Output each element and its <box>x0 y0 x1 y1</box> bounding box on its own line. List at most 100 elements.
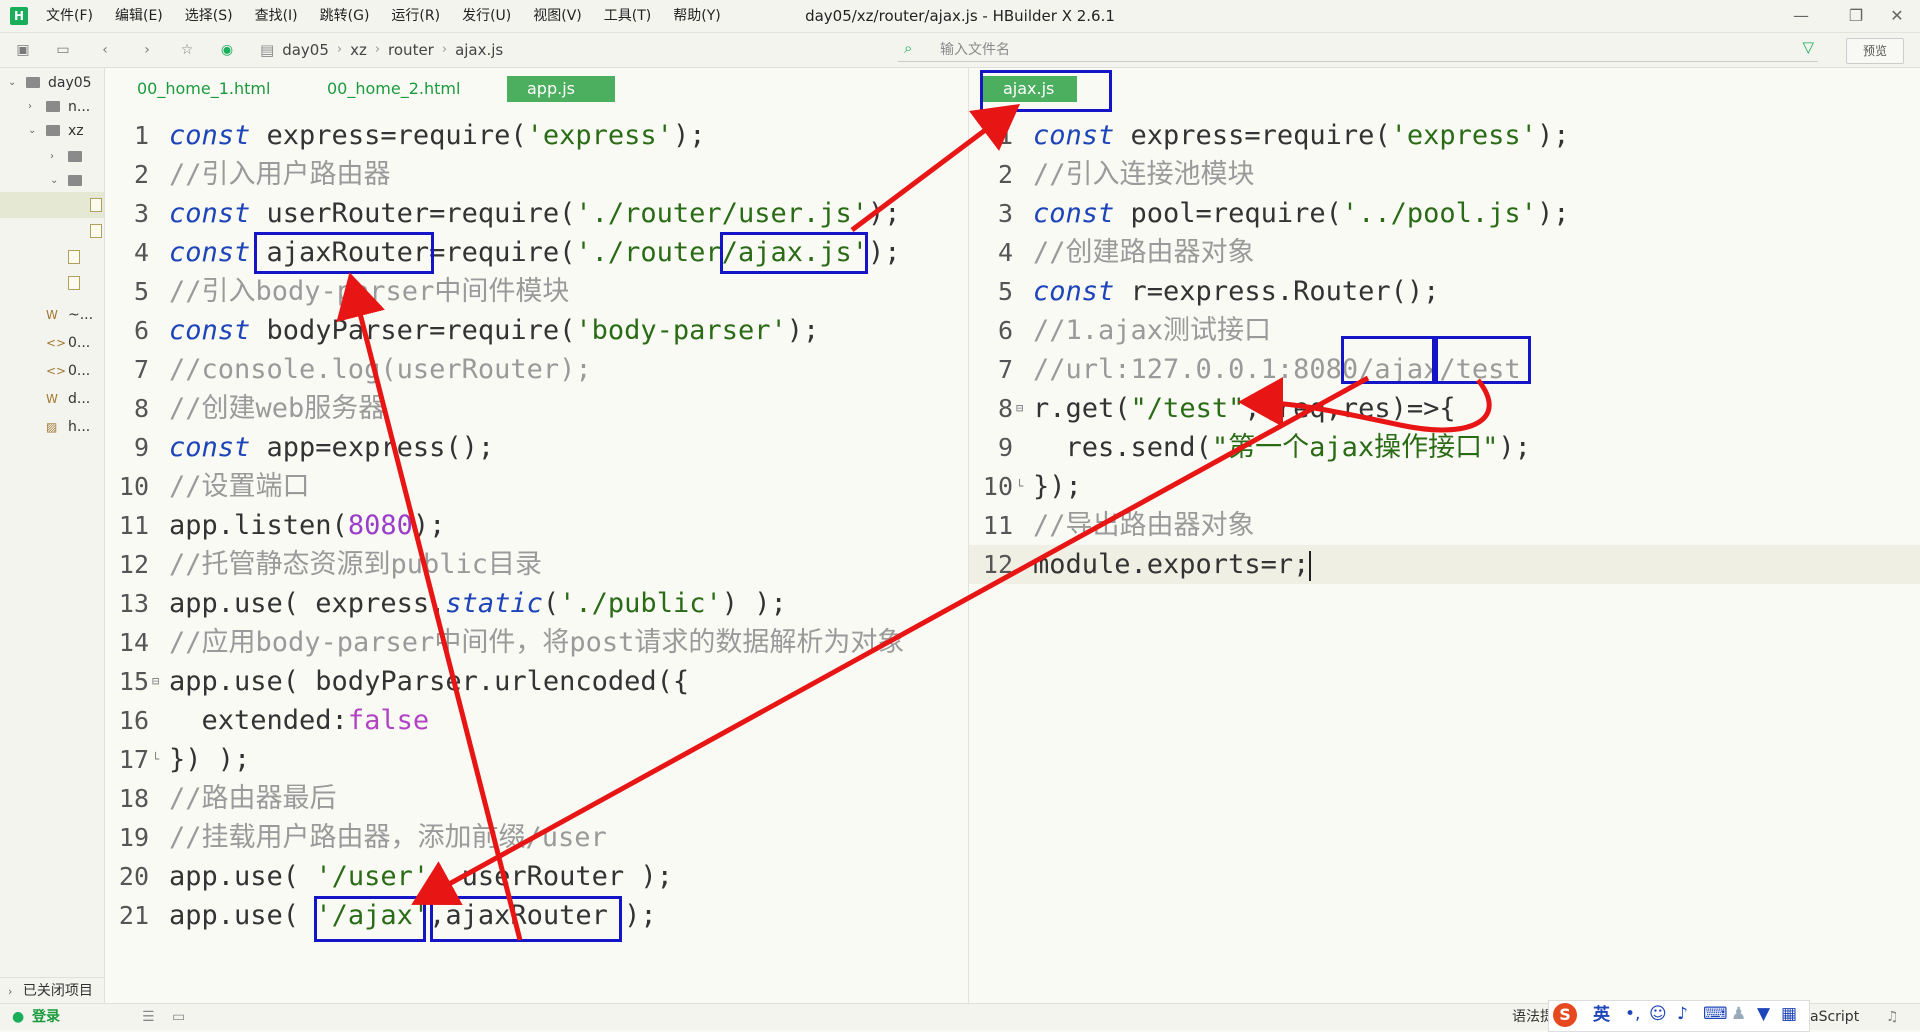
tree-item[interactable] <box>0 270 104 296</box>
tree-item[interactable]: ⌄ xz <box>0 118 104 144</box>
tree-item[interactable]: ⌄ <box>0 168 104 194</box>
tree-item[interactable] <box>0 218 104 244</box>
code-line[interactable]: 6 const bodyParser=require('body-parser')… <box>105 311 965 350</box>
toolbox-icon[interactable]: ▦ <box>1781 1001 1797 1027</box>
star-icon[interactable]: ☆ <box>178 41 196 59</box>
menu-item[interactable]: 跳转(G) <box>320 0 370 32</box>
language-mode[interactable]: aScript <box>1810 1004 1859 1030</box>
run-icon[interactable]: ◉ <box>218 41 236 59</box>
folder-icon <box>46 101 60 112</box>
menu-item[interactable]: 视图(V) <box>533 0 582 32</box>
line-number: 5 <box>997 277 1013 306</box>
back-icon[interactable]: ‹ <box>96 41 114 59</box>
code-line[interactable]: 15 ⊟ app.use( bodyParser.urlencoded({ <box>105 662 965 701</box>
code-line[interactable]: 8 //创建web服务器 <box>105 389 965 428</box>
annotation-box-ajaxrouter-const <box>254 232 434 274</box>
code-line[interactable]: 13 app.use( express.static('./public') ); <box>105 584 965 623</box>
chevron-down-icon[interactable]: ⌄ <box>8 70 16 96</box>
code-line[interactable]: 9 const app=express(); <box>105 428 965 467</box>
tree-item[interactable]: › n... <box>0 94 104 120</box>
code-line[interactable]: 12 module.exports=r; <box>969 545 1920 584</box>
code-line[interactable]: 19 //挂载用户路由器，添加前缀/user <box>105 818 965 857</box>
code-line[interactable]: 7 //console.log(userRouter); <box>105 350 965 389</box>
code-line[interactable]: 18 //路由器最后 <box>105 779 965 818</box>
close-window-button[interactable]: ✕ <box>1874 0 1920 32</box>
code-line[interactable]: 5 //引入body-parser中间件模块 <box>105 272 965 311</box>
tree-item[interactable] <box>0 192 104 218</box>
breadcrumb-item[interactable]: day05 <box>282 33 329 67</box>
code-line[interactable]: 3 const userRouter=require('./router/user… <box>105 194 965 233</box>
file-tab[interactable]: 00_home_2.html <box>307 76 480 102</box>
sogou-s-icon[interactable]: S <box>1553 1003 1577 1027</box>
file-tab[interactable]: 00_home_1.html <box>117 76 290 102</box>
preview-button[interactable]: 预览 <box>1846 38 1904 64</box>
filter-icon[interactable]: ▽ <box>1802 38 1814 56</box>
tree-item[interactable]: <> 0... <box>0 358 104 384</box>
menu-item[interactable]: 帮助(Y) <box>673 0 720 32</box>
new-file-icon[interactable]: ▣ <box>14 41 32 59</box>
code-line[interactable]: 1 const express=require('express'); <box>105 116 965 155</box>
tree-item[interactable] <box>0 244 104 270</box>
chevron-down-icon[interactable]: ⌄ <box>28 118 36 144</box>
menu-item[interactable]: 运行(R) <box>391 0 440 32</box>
code-text: //路由器最后 <box>169 783 337 814</box>
chevron-right-icon[interactable]: › <box>50 144 54 170</box>
breadcrumb-item[interactable]: ajax.js <box>455 33 503 67</box>
ime-language-toggle[interactable]: 英 <box>1593 1002 1610 1028</box>
file-search-input[interactable] <box>938 37 1762 63</box>
code-line[interactable]: 2 //引入用户路由器 <box>105 155 965 194</box>
chevron-down-icon[interactable]: ⌄ <box>50 168 58 194</box>
menu-item[interactable]: 编辑(E) <box>115 0 163 32</box>
tree-item[interactable]: W ~... <box>0 302 104 328</box>
menu-item[interactable]: 选择(S) <box>185 0 233 32</box>
code-line[interactable]: 11 //导出路由器对象 <box>969 506 1920 545</box>
list-icon[interactable]: ☰ <box>142 1004 155 1030</box>
keyboard-icon[interactable]: ⌨ <box>1703 1001 1728 1027</box>
skin-icon[interactable]: ▼ <box>1757 1001 1770 1027</box>
code-line[interactable]: 3 const pool=require('../pool.js'); <box>969 194 1920 233</box>
code-line[interactable]: 8 ⊟ r.get("/test",(req,res)=>{ <box>969 389 1920 428</box>
menu-item[interactable]: 查找(I) <box>255 0 298 32</box>
editor-pane-right: ajax.js 1 const express=require('express'… <box>968 68 1920 1004</box>
tree-item[interactable]: <> 0... <box>0 330 104 356</box>
menu-item[interactable]: 文件(F) <box>46 0 93 32</box>
save-icon[interactable]: ▭ <box>54 41 72 59</box>
tree-item[interactable]: › <box>0 144 104 170</box>
file-tab[interactable]: app.js <box>507 76 615 102</box>
closed-projects-item[interactable]: › 已关闭项目 <box>0 977 104 1004</box>
fold-toggle-icon[interactable]: ⊟ <box>1016 389 1023 428</box>
code-line[interactable]: 20 app.use( '/user', userRouter ); <box>105 857 965 896</box>
maximize-button[interactable]: ❐ <box>1833 0 1879 32</box>
tree-item[interactable]: ⌄ day05 <box>0 70 104 96</box>
breadcrumb-item[interactable]: xz <box>350 33 367 67</box>
code-line[interactable]: 12 //托管静态资源到public目录 <box>105 545 965 584</box>
fold-toggle-icon[interactable]: ⊟ <box>152 662 159 701</box>
emoji-icon[interactable]: ☺ <box>1649 1001 1667 1027</box>
code-line[interactable]: 10 //设置端口 <box>105 467 965 506</box>
code-line[interactable]: 4 //创建路由器对象 <box>969 233 1920 272</box>
line-number: 4 <box>997 238 1013 267</box>
minimize-button[interactable]: — <box>1778 0 1824 32</box>
tree-item[interactable]: ▨ h... <box>0 414 104 440</box>
code-line[interactable]: 10 └}); <box>969 467 1920 506</box>
user-center-icon[interactable]: ♟ <box>1731 1001 1746 1027</box>
bell-icon[interactable]: ♫ <box>1886 1004 1899 1030</box>
menu-item[interactable]: 工具(T) <box>604 0 651 32</box>
code-line[interactable]: 2 //引入连接池模块 <box>969 155 1920 194</box>
login-link[interactable]: 登录 <box>32 1004 60 1030</box>
code-line[interactable]: 5 const r=express.Router(); <box>969 272 1920 311</box>
menu-item[interactable]: 发行(U) <box>462 0 511 32</box>
punctuation-icon[interactable]: •, <box>1625 1001 1640 1027</box>
code-line[interactable]: 9 res.send("第一个ajax操作接口"); <box>969 428 1920 467</box>
tree-item[interactable]: Wd... <box>0 386 104 412</box>
code-line[interactable]: 17 └}) ); <box>105 740 965 779</box>
chevron-right-icon[interactable]: › <box>28 94 32 120</box>
microphone-icon[interactable]: ♪ <box>1677 1001 1688 1027</box>
code-line[interactable]: 16 extended:false <box>105 701 965 740</box>
terminal-icon[interactable]: ▭ <box>172 1004 185 1030</box>
forward-icon[interactable]: › <box>138 41 156 59</box>
code-line[interactable]: 11 app.listen(8080); <box>105 506 965 545</box>
code-line[interactable]: 1 const express=require('express'); <box>969 116 1920 155</box>
code-line[interactable]: 14 //应用body-parser中间件，将post请求的数据解析为对象 <box>105 623 965 662</box>
breadcrumb-item[interactable]: router <box>388 33 434 67</box>
